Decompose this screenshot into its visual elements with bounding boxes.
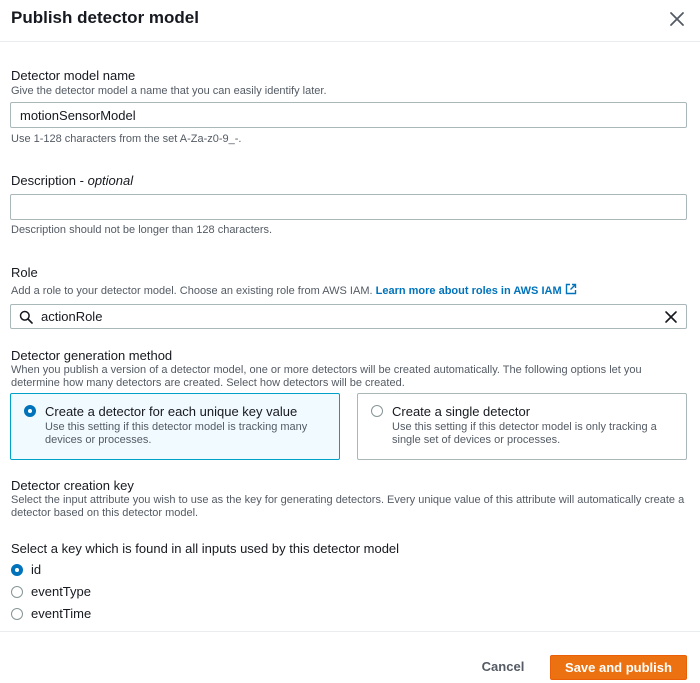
- role-description-text: Add a role to your detector model. Choos…: [11, 285, 373, 297]
- learn-more-roles-link[interactable]: Learn more about roles in AWS IAM: [376, 283, 577, 297]
- key-select-label: Select a key which is found in all input…: [11, 541, 400, 556]
- model-name-hint: Use 1-128 characters from the set A-Za-z…: [11, 133, 242, 145]
- creation-key-label: Detector creation key: [11, 478, 134, 493]
- cancel-button[interactable]: Cancel: [470, 655, 536, 679]
- tile-each-unique-key-desc: Use this setting if this detector model …: [45, 421, 308, 446]
- description-input[interactable]: [10, 194, 687, 220]
- modal-header: Publish detector model: [0, 0, 700, 42]
- description-hint: Description should not be longer than 12…: [11, 224, 273, 236]
- radio-key-eventtime[interactable]: [11, 608, 23, 620]
- modal-footer: Cancel Save and publish: [0, 631, 700, 683]
- role-label: Role: [11, 265, 38, 280]
- save-and-publish-button[interactable]: Save and publish: [550, 655, 687, 680]
- radio-single-detector[interactable]: [371, 405, 383, 417]
- learn-more-roles-link-text[interactable]: Learn more about roles in AWS IAM: [376, 285, 562, 297]
- role-search-value[interactable]: actionRole: [41, 309, 102, 324]
- creation-key-description: Select the input attribute you wish to u…: [11, 494, 685, 519]
- description-label-text: Description -: [11, 173, 84, 188]
- tile-single-detector-desc: Use this setting if this detector model …: [392, 421, 657, 446]
- tile-single-detector-title: Create a single detector: [392, 404, 531, 419]
- tile-each-unique-key[interactable]: Create a detector for each unique key va…: [10, 393, 340, 460]
- radio-key-id[interactable]: [11, 564, 23, 576]
- key-option-eventtime-label: eventTime: [31, 606, 92, 621]
- description-label: Description - optional: [11, 173, 133, 188]
- modal-title: Publish detector model: [11, 8, 199, 27]
- tile-each-unique-key-title: Create a detector for each unique key va…: [45, 404, 298, 419]
- radio-each-unique-key[interactable]: [24, 405, 36, 417]
- role-search-box[interactable]: actionRole: [10, 304, 687, 329]
- model-name-input[interactable]: [10, 102, 687, 128]
- external-link-icon: [565, 283, 576, 295]
- key-option-id-label: id: [31, 562, 42, 577]
- generation-method-label: Detector generation method: [11, 348, 173, 363]
- clear-icon[interactable]: [664, 310, 678, 324]
- tile-single-detector[interactable]: Create a single detector Use this settin…: [357, 393, 687, 460]
- key-option-eventtype-label: eventType: [31, 584, 91, 599]
- optional-tag: optional: [87, 173, 134, 188]
- search-icon: [19, 310, 33, 324]
- close-icon[interactable]: [668, 10, 686, 28]
- generation-method-description: When you publish a version of a detector…: [11, 364, 642, 389]
- model-name-description: Give the detector model a name that you …: [11, 85, 327, 97]
- radio-key-eventtype[interactable]: [11, 586, 23, 598]
- role-description: Add a role to your detector model. Choos…: [11, 283, 577, 297]
- model-name-label: Detector model name: [11, 68, 136, 83]
